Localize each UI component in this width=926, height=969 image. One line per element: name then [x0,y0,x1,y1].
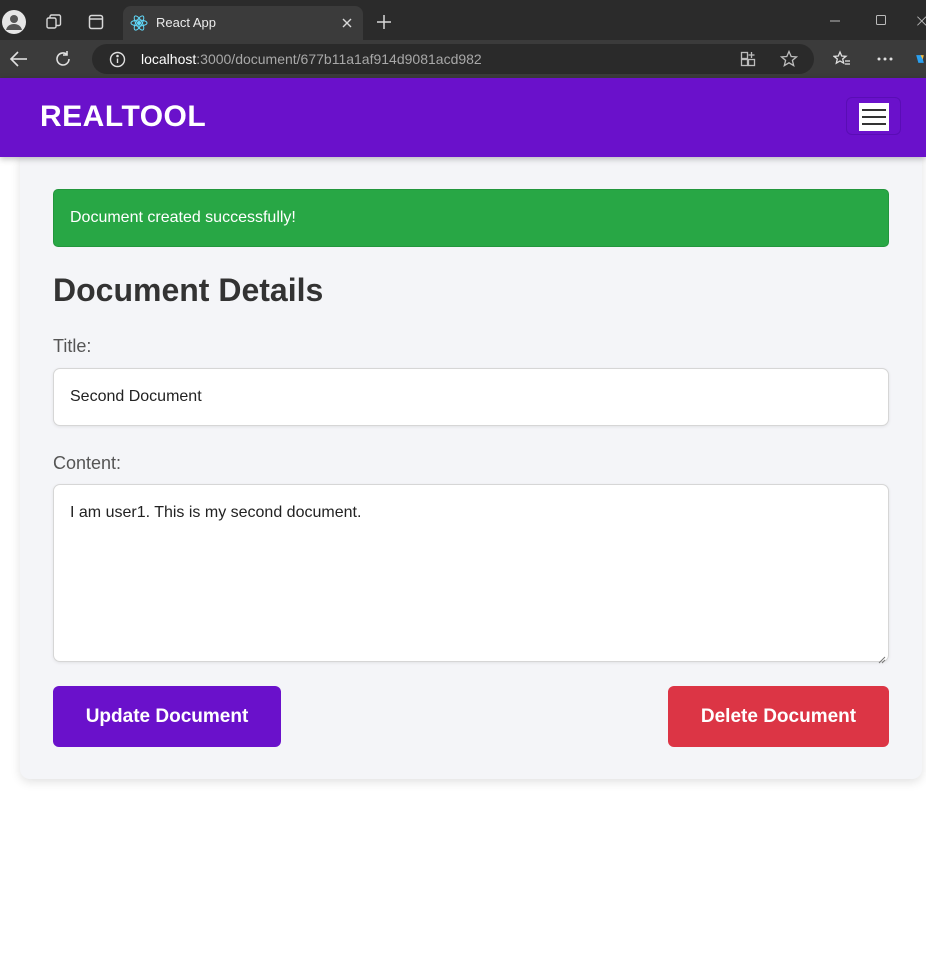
site-info-icon[interactable] [108,50,126,68]
workspaces-icon[interactable] [44,12,64,32]
url-host: localhost [141,51,197,67]
app-navbar: REALTOOL [0,78,926,157]
maximize-icon[interactable] [872,11,890,29]
title-input[interactable]: Second Document [53,368,889,426]
profile-icon[interactable] [2,10,26,34]
hamburger-icon [859,103,889,131]
browser-tab-bar: React App [0,0,926,40]
tab-title: React App [156,15,216,30]
address-bar[interactable]: localhost:3000/document/677b11a1af914d90… [92,44,814,74]
react-logo-icon [130,14,148,32]
more-options-icon[interactable] [875,49,895,69]
resize-handle-icon[interactable] [878,651,886,664]
app-available-icon[interactable] [739,50,757,68]
content-textarea-value: I am user1. This is my second document. [70,504,362,521]
content-label: Content: [53,453,122,473]
update-document-button[interactable]: Update Document [53,686,281,747]
brand-logo[interactable]: REALTOOL [40,100,206,134]
alert-message: Document created successfully! [70,209,296,226]
minimize-icon[interactable] [826,12,844,30]
close-window-icon[interactable] [914,12,926,30]
url-text[interactable]: localhost:3000/document/677b11a1af914d90… [141,51,482,67]
document-card: Document created successfully! Document … [20,150,922,779]
browser-address-row: localhost:3000/document/677b11a1af914d90… [0,40,926,78]
close-tab-icon[interactable] [339,15,355,31]
tab-actions-icon[interactable] [86,12,106,32]
content-textarea[interactable]: I am user1. This is my second document. [53,484,889,664]
title-input-value: Second Document [70,388,202,405]
success-alert: Document created successfully! [53,189,889,247]
reload-icon[interactable] [53,49,73,69]
back-icon[interactable] [8,49,30,69]
copilot-icon[interactable] [914,48,926,70]
favorite-star-icon[interactable] [779,49,799,69]
title-label: Title: [53,336,92,356]
delete-document-button[interactable]: Delete Document [668,686,889,747]
page-title: Document Details [53,272,324,308]
url-path: :3000/document/677b11a1af914d9081acd982 [196,51,482,67]
favorites-icon[interactable] [832,49,852,69]
menu-toggle-button[interactable] [846,97,901,135]
browser-tab[interactable]: React App [123,6,363,40]
new-tab-icon[interactable] [374,12,394,32]
